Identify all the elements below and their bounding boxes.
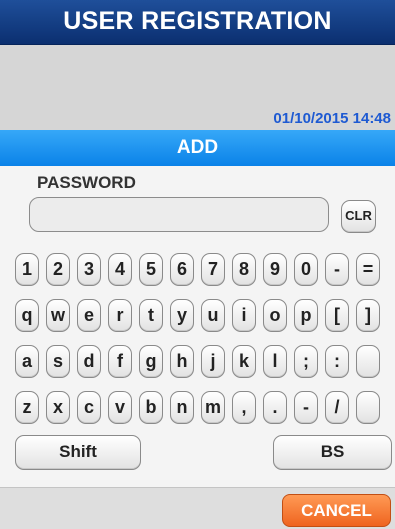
key-row3-3[interactable]: d [77,345,101,378]
mode-label: ADD [176,137,219,158]
key-row2-7[interactable]: u [201,299,225,332]
key-row4-11[interactable]: / [325,391,349,424]
shift-key[interactable]: Shift [15,435,141,470]
key-row1-10[interactable]: 0 [294,253,318,286]
key-row2-11[interactable]: [ [325,299,349,332]
key-row4-6[interactable]: n [170,391,194,424]
key-row2-10[interactable]: p [294,299,318,332]
backspace-key[interactable]: BS [273,435,392,470]
key-row3-1[interactable]: a [15,345,39,378]
key-row3-5[interactable]: g [139,345,163,378]
datetime-display: 01/10/2015 14:48 [273,110,391,127]
page-title: USER REGISTRATION [63,7,332,35]
key-row4-1[interactable]: z [15,391,39,424]
key-row2-8[interactable]: i [232,299,256,332]
key-row1-9[interactable]: 9 [263,253,287,286]
mode-bar: ADD [0,130,395,166]
key-row4-8[interactable]: , [232,391,256,424]
clear-button[interactable]: CLR [341,200,376,233]
key-row1-1[interactable]: 1 [15,253,39,286]
key-row4-3[interactable]: c [77,391,101,424]
key-row1-12[interactable]: = [356,253,380,286]
title-bar: USER REGISTRATION [0,0,395,45]
key-row4-2[interactable]: x [46,391,70,424]
key-row1-4[interactable]: 4 [108,253,132,286]
key-row3-4[interactable]: f [108,345,132,378]
key-row4-4[interactable]: v [108,391,132,424]
key-row1-11[interactable]: - [325,253,349,286]
key-row2-9[interactable]: o [263,299,287,332]
key-row1-3[interactable]: 3 [77,253,101,286]
key-row2-12[interactable]: ] [356,299,380,332]
key-row1-2[interactable]: 2 [46,253,70,286]
key-row3-12[interactable] [356,345,380,378]
key-row2-5[interactable]: t [139,299,163,332]
key-row3-8[interactable]: k [232,345,256,378]
user-registration-screen: USER REGISTRATION 01/10/2015 14:48 ADD P… [0,0,395,529]
info-panel: 01/10/2015 14:48 [0,45,395,130]
key-row4-12[interactable] [356,391,380,424]
key-row2-4[interactable]: r [108,299,132,332]
key-row3-10[interactable]: ; [294,345,318,378]
key-row3-9[interactable]: l [263,345,287,378]
password-label: PASSWORD [37,173,136,192]
key-row1-7[interactable]: 7 [201,253,225,286]
password-input[interactable] [29,197,329,232]
key-row4-9[interactable]: . [263,391,287,424]
key-row3-2[interactable]: s [46,345,70,378]
cancel-button[interactable]: CANCEL [282,494,391,527]
key-row1-8[interactable]: 8 [232,253,256,286]
key-row1-6[interactable]: 6 [170,253,194,286]
key-row2-2[interactable]: w [46,299,70,332]
key-row2-3[interactable]: e [77,299,101,332]
key-row3-11[interactable]: : [325,345,349,378]
key-row2-1[interactable]: q [15,299,39,332]
key-row4-7[interactable]: m [201,391,225,424]
key-row2-6[interactable]: y [170,299,194,332]
key-row1-5[interactable]: 5 [139,253,163,286]
key-row3-6[interactable]: h [170,345,194,378]
key-row4-5[interactable]: b [139,391,163,424]
key-row3-7[interactable]: j [201,345,225,378]
key-row4-10[interactable]: - [294,391,318,424]
